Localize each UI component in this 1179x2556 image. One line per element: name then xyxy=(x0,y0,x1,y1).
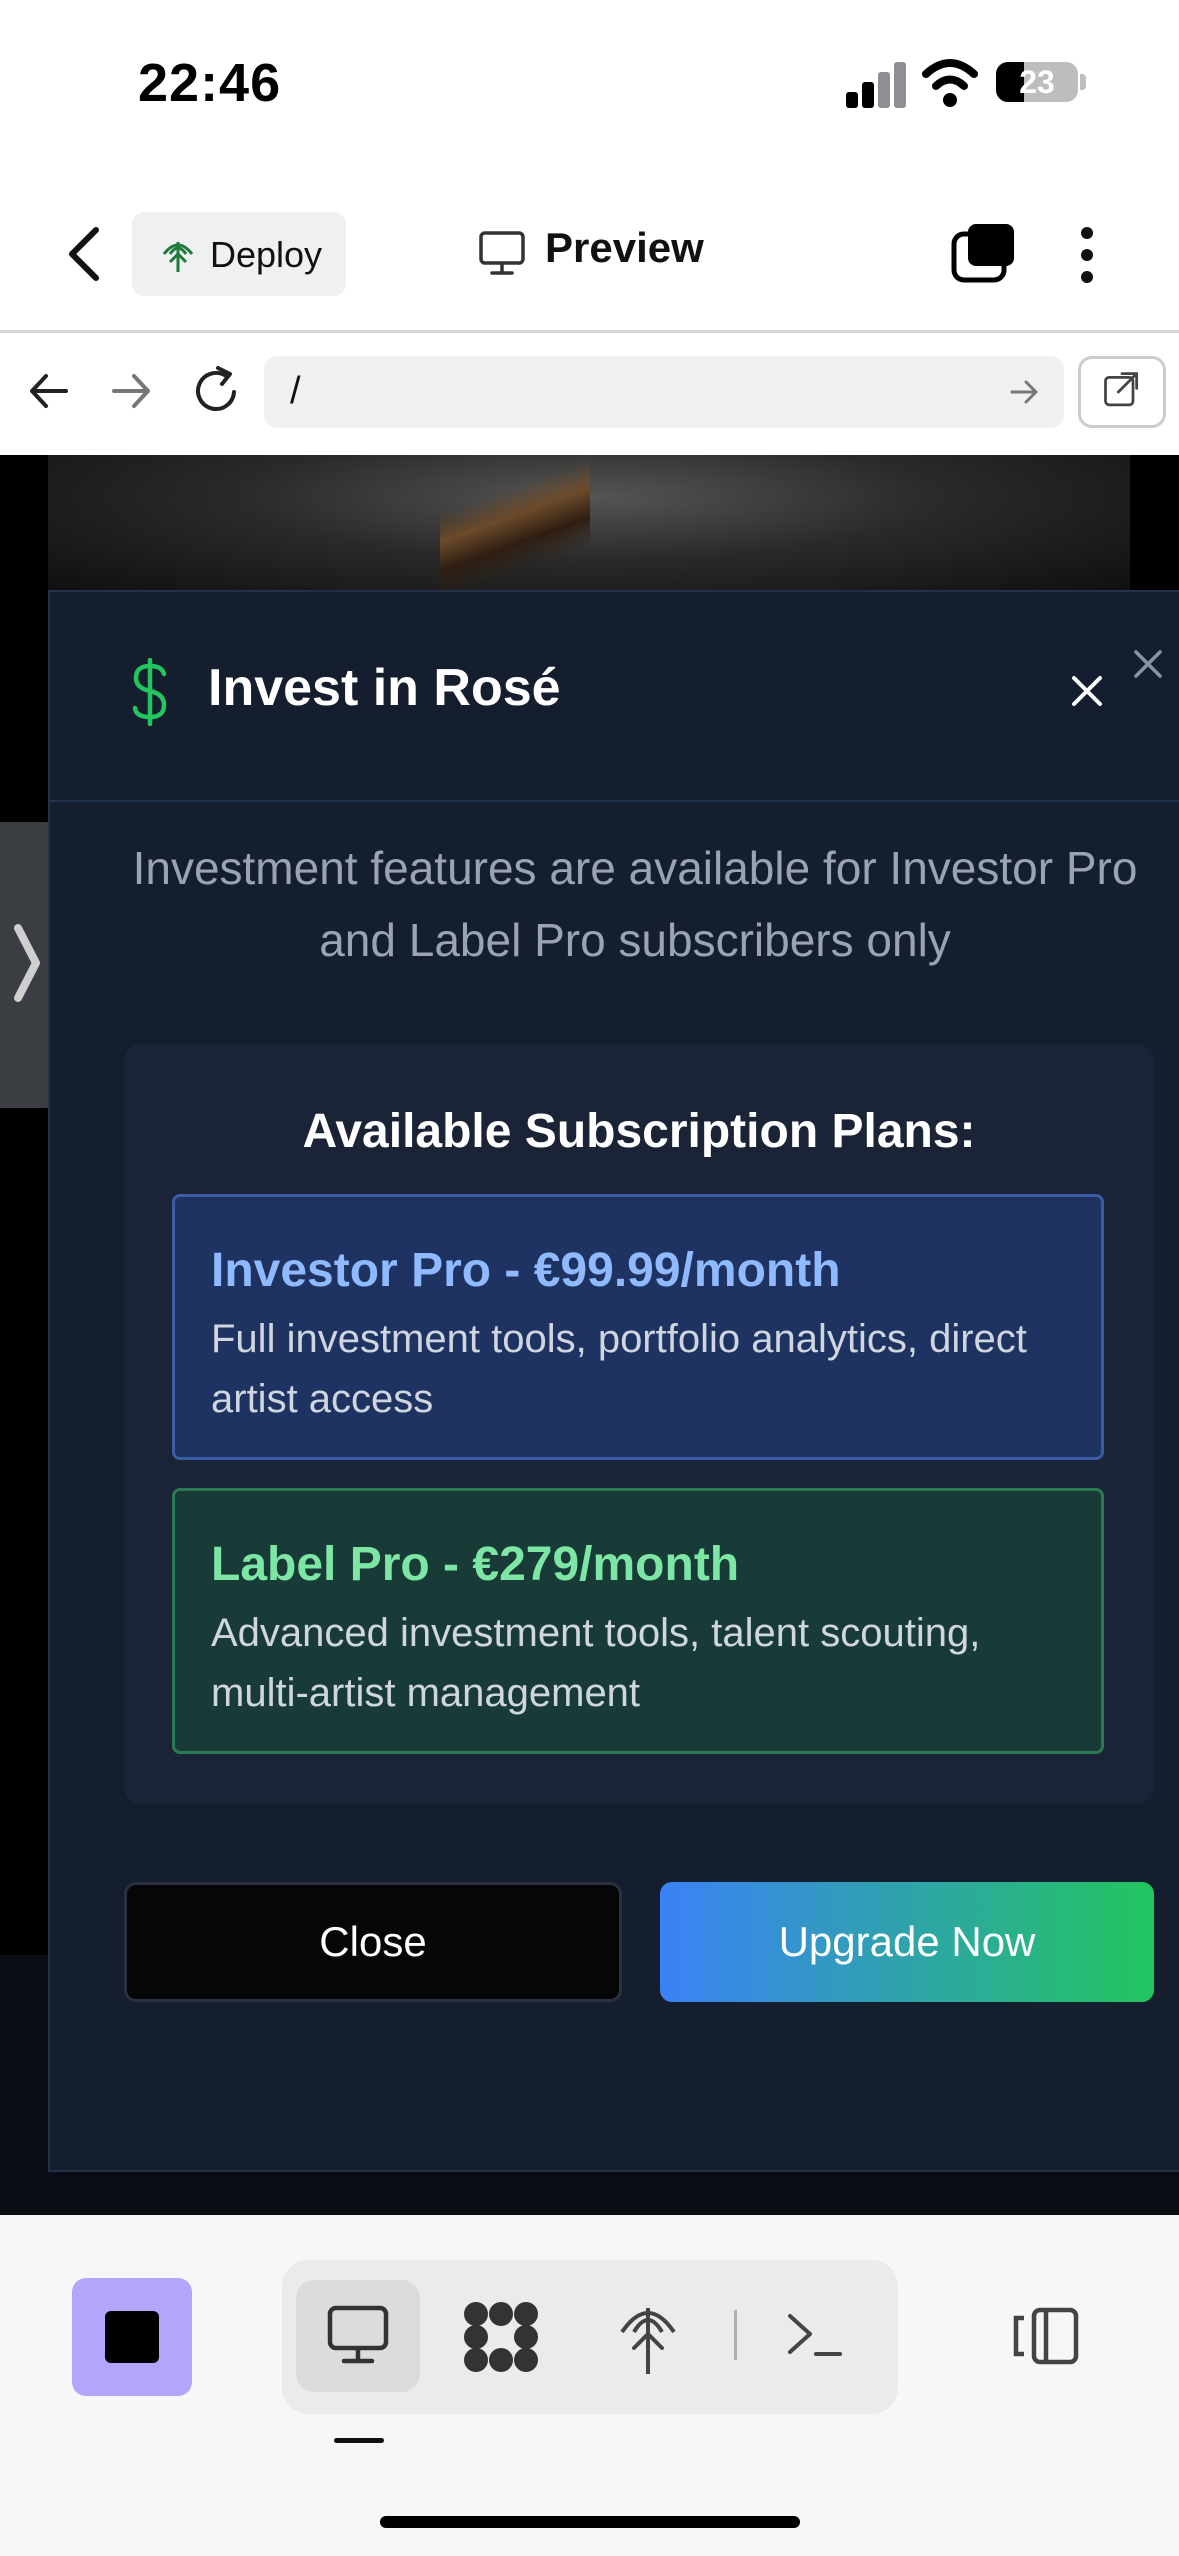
invest-modal: Invest in Rosé Investment features are a… xyxy=(48,590,1179,2172)
grid-blob-icon[interactable] xyxy=(462,2300,540,2374)
tabs-icon[interactable] xyxy=(950,222,1018,284)
cellular-signal-icon xyxy=(846,58,906,108)
status-time: 22:46 xyxy=(138,53,282,113)
url-input[interactable]: / xyxy=(264,356,1064,428)
monitor-icon xyxy=(479,231,525,275)
terminal-icon[interactable] xyxy=(786,2310,844,2360)
hero-image-detail xyxy=(440,455,590,595)
upgrade-now-button[interactable]: Upgrade Now xyxy=(660,1882,1154,2002)
go-arrow-icon[interactable] xyxy=(1008,376,1042,408)
external-link-icon xyxy=(1104,372,1139,407)
home-indicator xyxy=(380,2516,800,2528)
battery-icon: 23 xyxy=(996,62,1078,102)
battery-level: 23 xyxy=(1019,64,1055,100)
reload-icon[interactable] xyxy=(192,362,242,418)
close-button[interactable]: Close xyxy=(124,1882,622,2002)
arrow-right-icon[interactable] xyxy=(110,364,154,418)
deploy-globe-icon[interactable] xyxy=(618,2298,678,2378)
modal-description: Investment features are available for In… xyxy=(132,842,1138,966)
monitor-icon xyxy=(327,2305,389,2364)
plan-description: Advanced investment tools, talent scouti… xyxy=(211,1611,981,1715)
open-external-button[interactable] xyxy=(1078,356,1166,428)
wifi-icon xyxy=(922,59,978,107)
more-vertical-icon[interactable] xyxy=(1080,226,1094,284)
plan-investor-pro[interactable]: Investor Pro - €99.99/month Full investm… xyxy=(172,1194,1104,1460)
battery-nub xyxy=(1080,74,1086,90)
plan-name: Label Pro - €279/month xyxy=(211,1538,740,1591)
toolbar-separator xyxy=(734,2310,737,2360)
panel-toggle-icon[interactable] xyxy=(1010,2306,1080,2366)
stop-button[interactable] xyxy=(72,2278,192,2396)
subscription-plans-card: Available Subscription Plans: Investor P… xyxy=(124,1044,1154,1804)
deploy-label: Deploy xyxy=(210,234,323,275)
dismiss-close-icon[interactable] xyxy=(1132,648,1164,680)
deploy-globe-icon xyxy=(162,242,194,272)
plans-heading: Available Subscription Plans: xyxy=(302,1105,976,1158)
url-path: / xyxy=(290,370,301,412)
tool-preview[interactable] xyxy=(296,2280,420,2392)
arrow-left-icon[interactable] xyxy=(26,364,70,418)
plan-label-pro[interactable]: Label Pro - €279/month Advanced investme… xyxy=(172,1488,1104,1754)
active-tool-indicator xyxy=(334,2438,384,2443)
close-icon[interactable] xyxy=(1070,674,1104,708)
side-panel-chevron-icon xyxy=(14,924,40,1002)
back-chevron-icon[interactable] xyxy=(62,224,106,284)
tool-switcher xyxy=(282,2260,898,2414)
stop-icon xyxy=(105,2311,159,2363)
deploy-button[interactable]: Deploy xyxy=(132,212,346,296)
plan-name: Investor Pro - €99.99/month xyxy=(211,1244,841,1297)
modal-header: Invest in Rosé xyxy=(50,592,1179,802)
plan-description: Full investment tools, portfolio analyti… xyxy=(211,1317,1027,1421)
modal-title: Invest in Rosé xyxy=(208,659,561,717)
dollar-icon xyxy=(132,658,167,726)
preview-title[interactable]: Preview xyxy=(545,224,704,272)
